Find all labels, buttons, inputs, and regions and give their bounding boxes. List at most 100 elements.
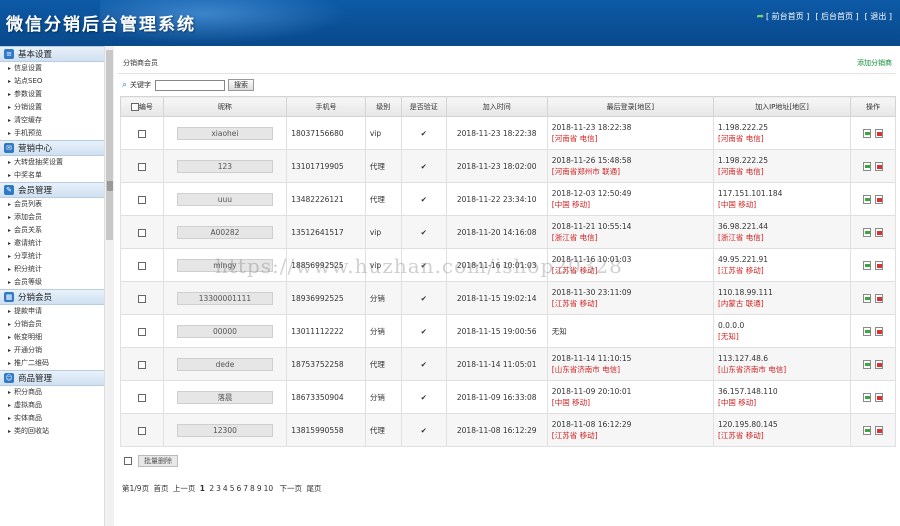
ip-cell: 36.157.148.110 [中国 移动] [712, 380, 852, 414]
last-page-link[interactable]: 尾页 [306, 484, 321, 493]
edit-icon[interactable] [863, 194, 871, 204]
footer-select-checkbox[interactable] [124, 457, 132, 465]
select-all-checkbox[interactable] [130, 102, 139, 111]
sidebar-item[interactable]: 大转盘抽奖设置 [0, 156, 113, 169]
sidebar-item[interactable]: 积分商品 [0, 386, 113, 399]
sidebar-section-title: 营销中心 [18, 144, 53, 154]
sidebar-item[interactable]: 会员列表 [0, 198, 113, 211]
sidebar-item[interactable]: 实体商品 [0, 412, 113, 425]
delete-icon[interactable] [875, 425, 883, 435]
page-number-link[interactable]: 6 [236, 484, 241, 493]
col-level-header: 级别 [364, 96, 402, 117]
ip-address: 36.157.148.110 [717, 387, 778, 396]
frontend-home-link[interactable]: [ 前台首页 ] [766, 11, 809, 22]
edit-icon[interactable] [863, 425, 871, 435]
page-number-link[interactable]: 2 [209, 484, 214, 493]
page-number-link[interactable]: 4 [223, 484, 228, 493]
sidebar-item[interactable]: 虚拟商品 [0, 399, 113, 412]
edit-icon[interactable] [863, 293, 871, 303]
sidebar-item[interactable]: 类的回收站 [0, 425, 113, 438]
ip-address: 117.151.101.184 [717, 189, 783, 198]
sidebar-section-3[interactable]: ▦ 分销会员 [0, 289, 113, 305]
sidebar-item[interactable]: 分享统计 [0, 250, 113, 263]
sidebar-item[interactable]: 添加会员 [0, 211, 113, 224]
nick-cell: A00282 [162, 215, 288, 249]
delete-icon[interactable] [875, 326, 883, 336]
row-checkbox[interactable] [137, 261, 146, 270]
sidebar-item[interactable]: 会员等级 [0, 276, 113, 289]
lastlogin-cell: 2018-11-23 18:22:38 [河南省 电信] [546, 116, 714, 150]
edit-icon[interactable] [863, 227, 871, 237]
page-number-link[interactable]: 7 [243, 484, 248, 493]
logout-link[interactable]: [ 退出 ] [865, 11, 892, 22]
delete-icon[interactable] [875, 227, 883, 237]
sidebar-section-4[interactable]: ☺ 商品管理 [0, 370, 113, 386]
sidebar-item[interactable]: 提款申请 [0, 305, 113, 318]
sidebar-item[interactable]: 手机预览 [0, 127, 113, 140]
delete-icon[interactable] [875, 260, 883, 270]
edit-icon[interactable] [863, 128, 871, 138]
sidebar-section-0[interactable]: ≡ 基本设置 [0, 46, 113, 62]
sidebar-item[interactable]: 分销设置 [0, 101, 113, 114]
sidebar-item[interactable]: 会员关系 [0, 224, 113, 237]
ip-region: [山东省济南市 电信] [717, 365, 787, 374]
ip-cell: 1.198.222.25 [河南省 电信] [712, 116, 852, 150]
row-checkbox[interactable] [137, 426, 146, 435]
page-number-link[interactable]: 10 [264, 484, 274, 493]
page-number-link[interactable]: 5 [230, 484, 235, 493]
row-checkbox[interactable] [137, 228, 146, 237]
scrollbar-thumb[interactable] [106, 50, 113, 240]
edit-icon[interactable] [863, 392, 871, 402]
sidebar-item[interactable]: 站点SEO [0, 75, 113, 88]
row-checkbox[interactable] [137, 129, 146, 138]
verified-cell: ✔ [400, 413, 447, 447]
sidebar-item[interactable]: 推广二维码 [0, 357, 113, 370]
prev-page-link[interactable]: 上一页 [173, 484, 196, 493]
next-page-link[interactable]: 下一页 [280, 484, 303, 493]
level-cell: vip [364, 116, 402, 150]
backend-home-link[interactable]: [ 后台首页 ] [815, 11, 858, 22]
sidebar-collapse-handle[interactable] [107, 181, 113, 191]
login-region: [中国 移动] [551, 398, 591, 407]
edit-icon[interactable] [863, 326, 871, 336]
search-button[interactable]: 搜索 [228, 79, 255, 91]
page-number-link[interactable]: 3 [216, 484, 221, 493]
row-checkbox[interactable] [137, 360, 146, 369]
first-page-link[interactable]: 首页 [153, 484, 168, 493]
nick-cell: 13300001111 [162, 281, 288, 315]
table-row: 123 13101719905 代理 ✔ 2018-11-23 18:02:00 2018… [120, 149, 896, 183]
sidebar-item[interactable]: 邀请统计 [0, 237, 113, 250]
sidebar-item[interactable]: 分销会员 [0, 318, 113, 331]
page-number-link[interactable]: 9 [257, 484, 262, 493]
batch-delete-button[interactable]: 批量删除 [138, 455, 178, 467]
sidebar-scrollbar[interactable] [104, 46, 114, 526]
row-checkbox[interactable] [137, 327, 146, 336]
sidebar-item[interactable]: 开通分销 [0, 344, 113, 357]
sidebar-item[interactable]: 清空缓存 [0, 114, 113, 127]
search-input[interactable] [155, 79, 226, 91]
delete-icon[interactable] [875, 359, 883, 369]
phone-cell: 13482226121 [286, 182, 366, 216]
edit-icon[interactable] [863, 260, 871, 270]
delete-icon[interactable] [875, 194, 883, 204]
check-icon: ✔ [420, 293, 427, 303]
sidebar-section-1[interactable]: ✉ 营销中心 [0, 140, 113, 156]
row-checkbox[interactable] [137, 393, 146, 402]
sidebar-item[interactable]: 帐变明细 [0, 331, 113, 344]
delete-icon[interactable] [875, 392, 883, 402]
sidebar-item[interactable]: 中奖名单 [0, 169, 113, 182]
page-number-link[interactable]: 8 [250, 484, 255, 493]
sidebar-item[interactable]: 参数设置 [0, 88, 113, 101]
delete-icon[interactable] [875, 128, 883, 138]
row-checkbox[interactable] [137, 162, 146, 171]
add-distributor-button[interactable]: 添加分销商 [857, 58, 892, 68]
row-checkbox[interactable] [137, 294, 146, 303]
sidebar-section-2[interactable]: ✎ 会员管理 [0, 182, 113, 198]
edit-icon[interactable] [863, 161, 871, 171]
edit-icon[interactable] [863, 359, 871, 369]
sidebar-item[interactable]: 积分统计 [0, 263, 113, 276]
delete-icon[interactable] [875, 293, 883, 303]
row-checkbox[interactable] [137, 195, 146, 204]
sidebar-item[interactable]: 信息设置 [0, 62, 113, 75]
delete-icon[interactable] [875, 161, 883, 171]
